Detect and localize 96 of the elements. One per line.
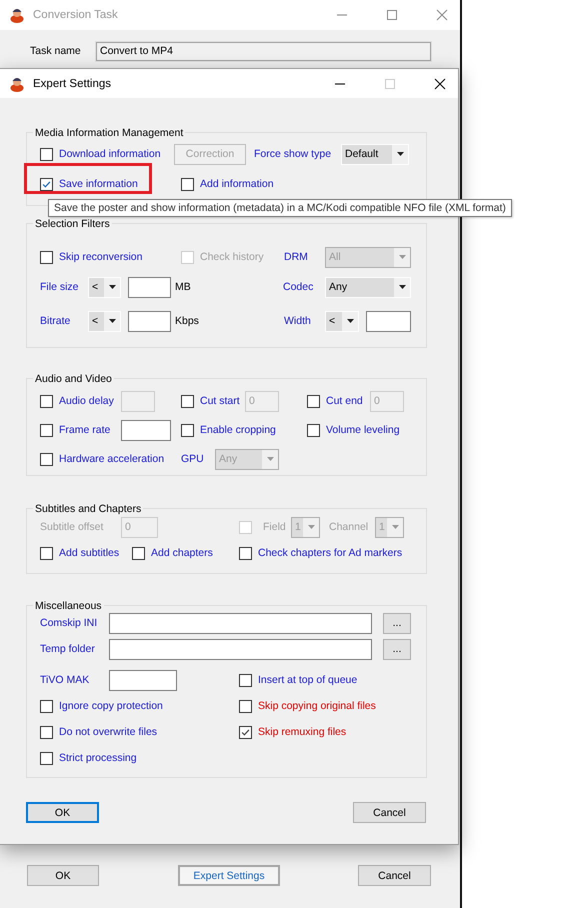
checkbox-label: Cut end <box>326 395 363 407</box>
dialog-button[interactable]: Cancel <box>358 865 431 886</box>
checkbox-label: Do not overwrite files <box>59 726 158 738</box>
checkbox-label: Frame rate <box>59 424 110 436</box>
dropdown[interactable]: < <box>88 310 121 332</box>
checkbox-label: Skip copying original files <box>258 700 376 712</box>
checkbox[interactable] <box>239 546 252 560</box>
dropdown[interactable]: Any <box>325 276 411 298</box>
checkbox-label: Check history <box>200 251 264 263</box>
group-title: Audio and Video <box>33 373 114 385</box>
checkbox[interactable] <box>239 726 252 738</box>
checkbox-label: Skip reconversion <box>59 251 142 263</box>
checkbox-label: Insert at top of queue <box>258 674 358 686</box>
group-title: Subtitles and Chapters <box>33 503 144 515</box>
field-label: TiVO MAK <box>40 674 90 686</box>
checkbox[interactable] <box>40 250 53 264</box>
dropdown[interactable]: < <box>325 310 359 332</box>
checkbox-label: Audio delay <box>59 395 114 407</box>
field-label: Force show type <box>254 148 332 160</box>
field-label: GPU <box>181 453 205 465</box>
checkbox[interactable] <box>40 546 53 560</box>
caret-icon <box>108 319 116 323</box>
field-label: Temp folder <box>40 643 96 655</box>
push-button[interactable]: ... <box>383 638 411 660</box>
field-label: Task name <box>30 45 82 57</box>
group-title: Selection Filters <box>33 218 112 230</box>
checkbox-label: Add information <box>200 178 274 190</box>
field-label: Field <box>263 521 287 533</box>
checkbox-label: Hardware acceleration <box>59 453 164 465</box>
caret-icon <box>108 285 116 289</box>
dialog-button[interactable]: Expert Settings <box>178 865 280 886</box>
text-field[interactable] <box>109 670 177 690</box>
checkbox-label: Cut start <box>200 395 240 407</box>
text-field[interactable] <box>109 638 372 660</box>
caret-icon <box>396 152 404 156</box>
dialog-button[interactable]: Cancel <box>353 802 426 823</box>
checkbox-label: Skip remuxing files <box>258 726 346 738</box>
caret-icon <box>266 457 274 461</box>
field-label: File size <box>40 281 80 293</box>
window-title: Expert Settings <box>33 78 111 90</box>
caret-icon <box>398 285 406 289</box>
text-field[interactable] <box>121 420 171 440</box>
checkbox[interactable] <box>40 148 53 160</box>
checkbox[interactable] <box>40 178 53 190</box>
checkbox[interactable] <box>40 424 53 436</box>
text-field[interactable] <box>366 310 411 332</box>
checkbox-label: Add chapters <box>151 547 213 559</box>
field-label: Width <box>284 315 312 327</box>
dropdown[interactable]: < <box>88 276 121 298</box>
checkbox-label: Add subtitles <box>59 547 120 559</box>
checkbox[interactable] <box>40 452 53 466</box>
field-label: DRM <box>284 251 309 263</box>
checkbox[interactable] <box>132 546 145 560</box>
group-title: Media Information Management <box>33 127 186 139</box>
field-label: Subtitle offset <box>40 521 104 533</box>
checkbox[interactable] <box>40 726 53 738</box>
checkbox[interactable] <box>239 700 252 712</box>
group-title: Miscellaneous <box>33 600 104 612</box>
checkbox-label: Enable cropping <box>200 424 276 436</box>
tooltip: Save the poster and show information (metadata) in a MC/Kodi compatible NFO file (XML format) <box>48 199 512 217</box>
checkbox[interactable] <box>40 752 53 764</box>
checkbox-label: Check chapters for Ad markers <box>258 547 402 559</box>
text-field[interactable] <box>128 276 171 298</box>
caret-icon <box>398 255 406 259</box>
unit-label: MB <box>175 281 192 293</box>
field-label: Channel <box>329 521 370 533</box>
dropdown[interactable]: Default <box>341 144 409 164</box>
checkbox-label: Save information <box>59 178 138 190</box>
caret-icon <box>308 525 314 529</box>
checkbox[interactable] <box>307 424 320 436</box>
unit-label: Kbps <box>175 315 200 327</box>
checkbox-label: Ignore copy protection <box>59 700 163 712</box>
text-field[interactable]: Convert to MP4 <box>96 42 431 60</box>
dialog-button[interactable]: OK <box>26 802 99 823</box>
window-title: Conversion Task <box>33 9 118 21</box>
checkbox[interactable] <box>307 394 320 408</box>
dialog-button[interactable]: OK <box>27 865 99 886</box>
checkbox[interactable] <box>181 424 194 436</box>
checkbox[interactable] <box>40 700 53 712</box>
checkbox-label: Strict processing <box>59 752 137 764</box>
checkbox[interactable] <box>181 394 194 408</box>
caret-icon <box>346 319 354 323</box>
field-label: Comskip INI <box>40 617 98 629</box>
app-icon <box>9 76 25 92</box>
checkbox-label: Download information <box>59 148 161 160</box>
checkbox[interactable] <box>181 178 194 190</box>
checkbox[interactable] <box>40 394 53 408</box>
text-field[interactable] <box>109 612 372 634</box>
caret-icon <box>392 525 398 529</box>
text-field[interactable] <box>128 310 171 332</box>
field-label: Bitrate <box>40 315 72 327</box>
checkbox-label: Volume leveling <box>326 424 400 436</box>
checkbox[interactable] <box>239 674 252 686</box>
push-button[interactable]: ... <box>383 612 411 634</box>
field-label: Codec <box>283 281 314 293</box>
app-icon <box>9 7 25 23</box>
